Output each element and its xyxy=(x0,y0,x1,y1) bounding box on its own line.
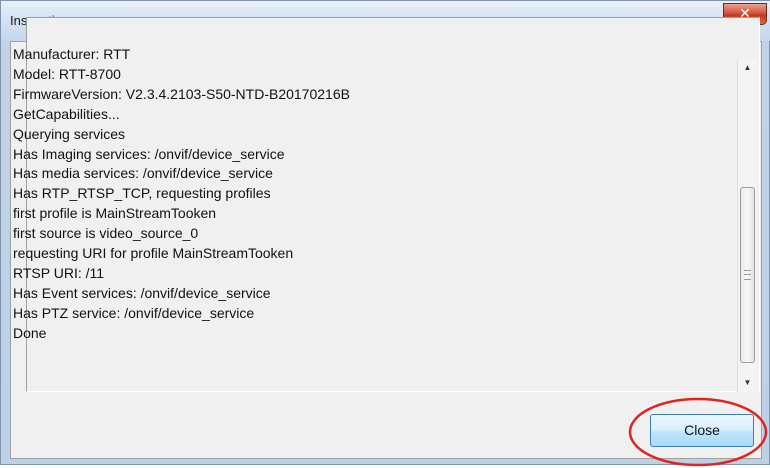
log-line: Querying services xyxy=(13,125,126,142)
scroll-thumb[interactable] xyxy=(740,187,755,363)
scroll-up-arrow-icon[interactable]: ▲ xyxy=(738,59,757,77)
log-line: FirmwareVersion: V2.3.4.2103-S50-NTD-B20… xyxy=(13,85,350,102)
log-scrollbar[interactable]: ▲ ▼ xyxy=(737,59,757,392)
log-line: requesting URI for profile MainStreamToo… xyxy=(13,245,294,262)
log-line: Done xyxy=(13,324,47,341)
scroll-down-arrow-icon[interactable]: ▼ xyxy=(738,374,757,392)
log-line: Model: RTT-8700 xyxy=(13,65,121,82)
grip-icon xyxy=(744,270,751,280)
log-line: GetCapabilities... xyxy=(13,105,120,122)
log-line: Has Imaging services: /onvif/device_serv… xyxy=(13,145,285,162)
log-line: first profile is MainStreamTooken xyxy=(13,205,217,222)
log-line: Manufacturer: RTT xyxy=(13,46,131,62)
inspecting-dialog: Inspecting ... ✕ Manufacturer: RTT Model… xyxy=(0,0,770,467)
log-line: Has PTZ service: /onvif/device_service xyxy=(13,304,255,321)
log-line: Has Event services: /onvif/device_servic… xyxy=(13,284,271,301)
log-line: Has media services: /onvif/device_servic… xyxy=(13,165,273,182)
red-ellipse xyxy=(628,397,768,467)
log-text: Manufacturer: RTT Model: RTT-8700 Firmwa… xyxy=(13,45,703,344)
log-line: first source is video_source_0 xyxy=(13,225,199,242)
highlight-ellipse-annotation xyxy=(628,397,768,467)
log-line: Has RTP_RTSP_TCP, requesting profiles xyxy=(13,185,271,202)
log-line: RTSP URI: /11 xyxy=(13,264,105,281)
